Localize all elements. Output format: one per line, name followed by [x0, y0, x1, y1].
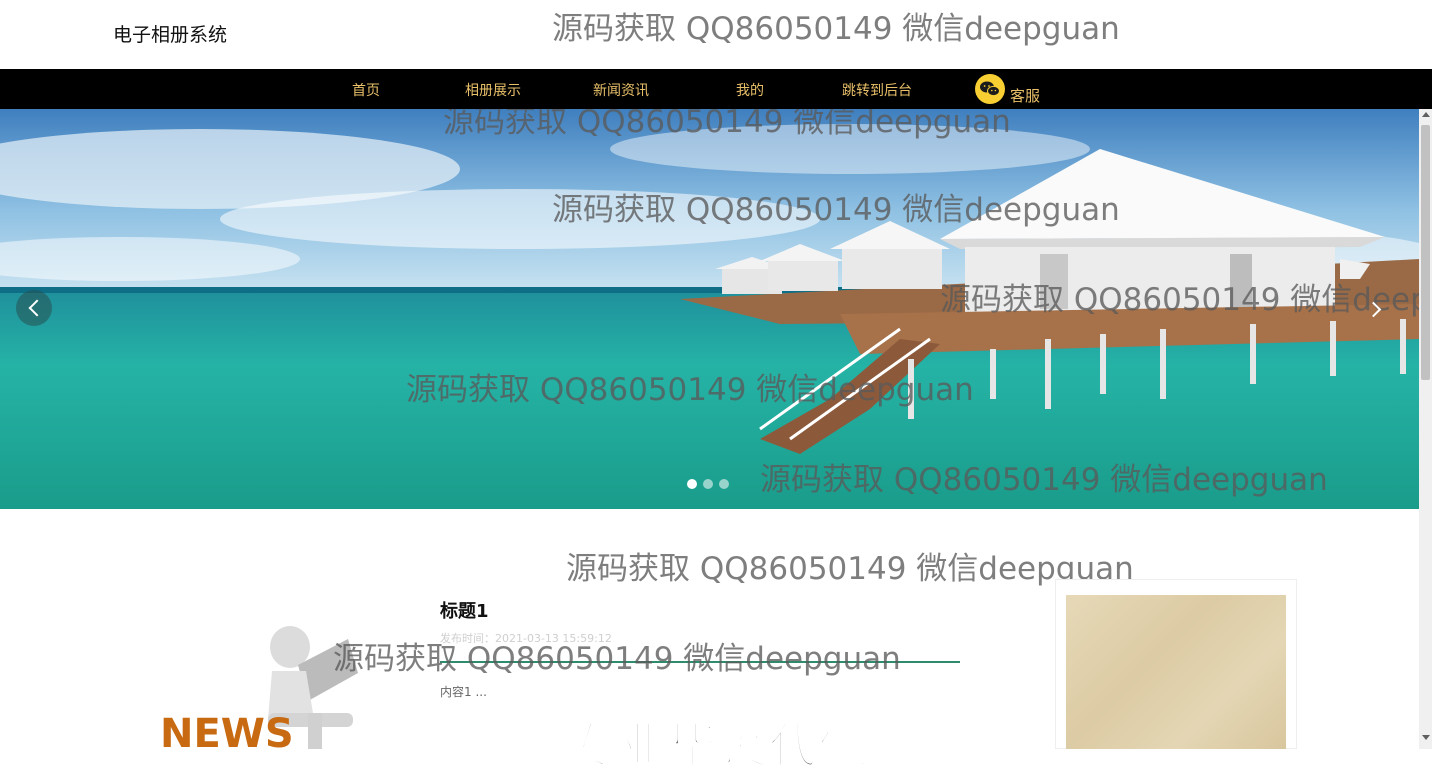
- watermark-text: 源码获取 QQ86050149 微信deepguan: [333, 641, 901, 677]
- watermark-text: 源码获取 QQ86050149 微信deepguan: [552, 11, 1120, 47]
- news-illustration: NEWS: [160, 626, 358, 749]
- site-title: 电子相册系统: [113, 24, 228, 46]
- scrollbar-thumb[interactable]: [1421, 125, 1430, 380]
- nav-item-admin[interactable]: 跳转到后台: [842, 80, 912, 100]
- carousel-dot-1[interactable]: [687, 479, 697, 489]
- promo-text: 专业毕设代做: [568, 717, 870, 775]
- watermark-text: 源码获取 QQ86050149 微信deepguan: [406, 372, 974, 408]
- news-content: 内容1 ...: [440, 685, 487, 699]
- nav-item-news[interactable]: 新闻资讯: [593, 80, 649, 100]
- watermark-text: 源码获取 QQ86050149 微信deepguan: [552, 192, 1120, 228]
- nav-item-home[interactable]: 首页: [352, 80, 380, 100]
- banner-carousel: 源码获取 QQ86050149 微信deepguan 源码获取 QQ860501…: [0, 109, 1419, 509]
- sidebar-card[interactable]: [1055, 579, 1297, 749]
- watermark-text: 源码获取 QQ86050149 微信deepguan: [566, 551, 1134, 587]
- nav-item-albums[interactable]: 相册展示: [465, 80, 521, 100]
- watermark-text: 源码获取 QQ86050149 微信deepguan: [940, 282, 1419, 318]
- scroll-down-icon[interactable]: [1422, 735, 1430, 740]
- carousel-dot-3[interactable]: [719, 479, 729, 489]
- news-title[interactable]: 标题1: [440, 597, 489, 623]
- carousel-dot-2[interactable]: [703, 479, 713, 489]
- sidebar-image[interactable]: [1066, 595, 1286, 749]
- carousel-next-button[interactable]: [1366, 298, 1386, 322]
- page-root: 电子相册系统 源码获取 QQ86050149 微信deepguan 首页 相册展…: [0, 0, 1432, 780]
- wechat-icon[interactable]: [975, 74, 1005, 104]
- customer-service-link[interactable]: 客服: [1010, 85, 1040, 106]
- nav-item-mine[interactable]: 我的: [736, 80, 764, 100]
- top-navbar: 首页 相册展示 新闻资讯 我的 跳转到后台: [0, 69, 1432, 109]
- watermark-text: 源码获取 QQ86050149 微信deepguan: [760, 462, 1328, 498]
- carousel-prev-button[interactable]: [16, 290, 52, 326]
- page-scrollbar[interactable]: [1419, 109, 1432, 749]
- svg-text:NEWS: NEWS: [160, 711, 294, 749]
- watermark-text: 源码获取 QQ86050149 微信deepguan: [443, 109, 1011, 140]
- scroll-up-icon[interactable]: [1422, 112, 1430, 117]
